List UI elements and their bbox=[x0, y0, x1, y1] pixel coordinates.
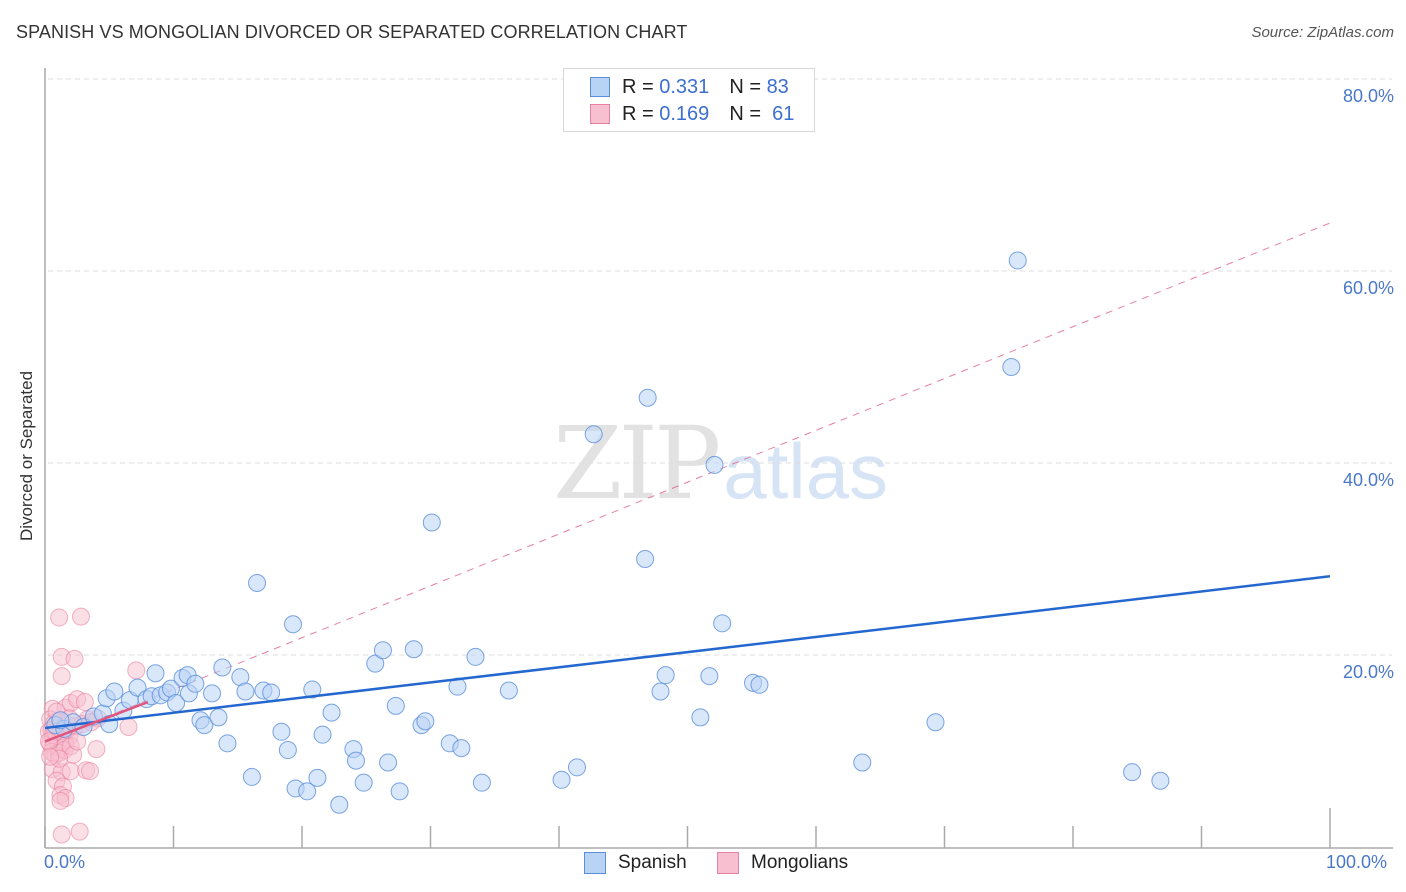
y-tick-label: 60.0% bbox=[1342, 278, 1394, 298]
spanish-points bbox=[46, 251, 1170, 814]
mongolians-point bbox=[52, 667, 71, 686]
spanish-point bbox=[700, 667, 719, 686]
spanish-point bbox=[567, 758, 586, 777]
mongolians-point bbox=[51, 791, 70, 810]
x-tick-label-min: 0.0% bbox=[44, 852, 86, 872]
spanish-point bbox=[346, 751, 365, 770]
spanish-point bbox=[242, 767, 261, 786]
spanish-legend-swatch bbox=[584, 852, 606, 874]
spanish-point bbox=[691, 708, 710, 727]
legend-row-spanish: R = 0.331 N = 83 bbox=[590, 75, 789, 99]
mongolians-point bbox=[52, 825, 71, 844]
spanish-point bbox=[354, 773, 373, 792]
mongolians-swatch bbox=[590, 104, 610, 124]
spanish-point bbox=[416, 712, 435, 731]
spanish-point bbox=[656, 666, 675, 685]
mongolians-legend-label: Mongolians bbox=[751, 852, 849, 873]
legend-r-label: R = bbox=[622, 102, 654, 125]
spanish-point bbox=[146, 664, 165, 683]
y-axis-label: Divorced or Separated bbox=[17, 370, 36, 542]
mongolians-point bbox=[70, 822, 89, 841]
legend-r-value: 0.169 bbox=[659, 102, 710, 125]
spanish-point bbox=[750, 675, 769, 694]
spanish-point bbox=[584, 425, 603, 444]
spanish-point bbox=[203, 684, 222, 703]
spanish-point bbox=[1123, 763, 1142, 782]
legend-n-value: 61 bbox=[772, 102, 795, 125]
spanish-point bbox=[651, 682, 670, 701]
spanish-swatch bbox=[590, 77, 610, 97]
spanish-point bbox=[379, 753, 398, 772]
legend-row-mongolians: R = 0.169 N = 61 bbox=[590, 102, 794, 126]
spanish-point bbox=[638, 388, 657, 407]
y-tick-label: 80.0% bbox=[1342, 86, 1394, 106]
legend-r-value: 0.331 bbox=[659, 75, 710, 98]
spanish-point bbox=[552, 770, 571, 789]
trend-lines-background bbox=[44, 222, 1331, 742]
stats-legend: R = 0.331 N = 83 R = 0.169 N = 61 bbox=[563, 68, 815, 132]
spanish-point bbox=[705, 455, 724, 474]
spanish-legend-label: Spanish bbox=[618, 852, 687, 873]
scatter-plot bbox=[39, 68, 1393, 849]
spanish-point bbox=[386, 696, 405, 715]
spanish-point bbox=[1008, 251, 1027, 270]
spanish-point bbox=[322, 703, 341, 722]
mongolians-point bbox=[39, 732, 58, 751]
spanish-point bbox=[926, 713, 945, 732]
spanish-point bbox=[105, 682, 124, 701]
spanish-point bbox=[218, 734, 237, 753]
spanish-point bbox=[1151, 771, 1170, 790]
spanish-point bbox=[499, 681, 518, 700]
mongolians-point bbox=[127, 661, 146, 680]
mongolians-point bbox=[65, 649, 84, 668]
spanish-point bbox=[390, 782, 409, 801]
mongolians-legend-swatch bbox=[717, 852, 739, 874]
mongolians-point bbox=[87, 740, 106, 759]
legend-n-value: 83 bbox=[766, 75, 789, 98]
spanish-point bbox=[272, 722, 291, 741]
legend-r-label: R = bbox=[622, 75, 654, 98]
mongolians-point bbox=[50, 608, 69, 627]
grid-lines bbox=[48, 78, 1392, 656]
mongolians-trend-line-extended bbox=[44, 222, 1331, 742]
spanish-point bbox=[278, 741, 297, 760]
mongolians-point bbox=[80, 762, 99, 781]
legend-n-label: N = bbox=[729, 75, 761, 98]
y-tick-label: 20.0% bbox=[1342, 662, 1394, 682]
spanish-point bbox=[330, 795, 349, 814]
spanish-point bbox=[853, 753, 872, 772]
spanish-point bbox=[713, 614, 732, 633]
spanish-point bbox=[186, 674, 205, 693]
trend-lines-foreground bbox=[44, 575, 1331, 743]
spanish-point bbox=[466, 647, 485, 666]
mongolians-point bbox=[71, 607, 90, 626]
spanish-point bbox=[248, 574, 267, 592]
spanish-point bbox=[236, 682, 255, 701]
spanish-point bbox=[472, 773, 491, 792]
legend-n-label: N = bbox=[729, 102, 761, 125]
spanish-point bbox=[452, 739, 471, 758]
spanish-point bbox=[213, 658, 232, 677]
y-tick-label: 40.0% bbox=[1342, 470, 1394, 490]
spanish-point bbox=[262, 683, 281, 702]
x-tick-label-max: 100.0% bbox=[1326, 852, 1388, 872]
spanish-trend-line bbox=[44, 575, 1331, 730]
mongolians-point bbox=[41, 747, 60, 766]
spanish-point bbox=[284, 615, 303, 634]
spanish-point bbox=[308, 768, 327, 787]
spanish-point bbox=[636, 550, 655, 568]
spanish-point bbox=[373, 641, 392, 660]
spanish-point bbox=[313, 725, 332, 744]
spanish-point bbox=[1002, 358, 1021, 376]
bottom-legend-mongolians[interactable]: Mongolians bbox=[717, 852, 848, 874]
bottom-legend-spanish[interactable]: Spanish bbox=[584, 852, 687, 874]
spanish-point bbox=[404, 640, 423, 659]
spanish-point bbox=[422, 513, 441, 532]
mongolians-point bbox=[119, 718, 138, 736]
spanish-point bbox=[209, 708, 228, 727]
